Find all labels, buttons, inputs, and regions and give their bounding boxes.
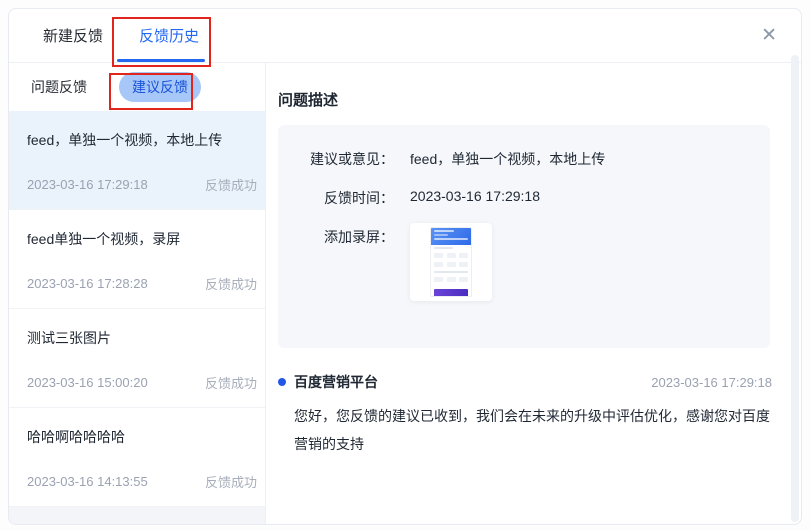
feedback-title: 测试三张图片 xyxy=(27,328,257,348)
tab-new-feedback[interactable]: 新建反馈 xyxy=(43,25,103,46)
feedback-list: feed，单独一个视频，本地上传 2023-03-16 17:29:18 反馈成… xyxy=(9,111,265,525)
feedback-title: feed单独一个视频，录屏 xyxy=(27,229,257,249)
feedback-title: feed，单独一个视频，本地上传 xyxy=(27,130,257,150)
dialog-content: 问题反馈 建议反馈 feed，单独一个视频，本地上传 2023-03-16 17… xyxy=(9,63,801,525)
list-item[interactable]: feed单独一个视频，录屏 2023-03-16 17:28:28 反馈成功 xyxy=(9,210,265,309)
feedback-status: 反馈成功 xyxy=(205,373,257,392)
feedback-title: 哈哈啊哈哈哈哈 xyxy=(27,427,257,447)
subtab-bar: 问题反馈 建议反馈 xyxy=(9,63,265,111)
subtab-problem-feedback[interactable]: 问题反馈 xyxy=(31,77,87,97)
field-label-suggestion: 建议或意见： xyxy=(298,149,394,169)
detail-box: 建议或意见： feed，单独一个视频，本地上传 反馈时间： 2023-03-16… xyxy=(278,125,770,348)
scrollbar-track[interactable] xyxy=(791,55,799,522)
close-icon[interactable]: ✕ xyxy=(761,26,777,45)
phone-banner xyxy=(434,289,468,297)
list-item[interactable]: 测试三张图片 2023-03-16 15:00:20 反馈成功 xyxy=(9,309,265,408)
bullet-dot-icon xyxy=(278,378,286,386)
official-reply: 百度营销平台 2023-03-16 17:29:18 您好，您反馈的建议已收到，… xyxy=(278,372,772,458)
feedback-list-panel: 问题反馈 建议反馈 feed，单独一个视频，本地上传 2023-03-16 17… xyxy=(9,63,266,525)
reply-message: 您好，您反馈的建议已收到，我们会在未来的升级中评估优化，感谢您对百度营销的支持 xyxy=(294,402,772,458)
feedback-status: 反馈成功 xyxy=(205,472,257,491)
dialog-tab-bar: 新建反馈 反馈历史 ✕ xyxy=(9,9,801,63)
feedback-time: 2023-03-16 17:28:28 xyxy=(27,276,148,291)
field-label-screen-recording: 添加录屏： xyxy=(298,227,394,301)
phone-header xyxy=(431,228,471,245)
list-item[interactable]: 哈哈啊哈哈哈哈 2023-03-16 14:13:55 反馈成功 xyxy=(9,408,265,507)
screenshot-thumbnail[interactable] xyxy=(410,223,492,301)
feedback-status: 反馈成功 xyxy=(205,274,257,293)
field-label-time: 反馈时间： xyxy=(298,188,394,208)
mobile-app-screenshot-icon xyxy=(430,227,472,297)
reply-author: 百度营销平台 xyxy=(294,372,378,392)
tab-feedback-history[interactable]: 反馈历史 xyxy=(139,25,199,46)
list-item[interactable]: feed，单独一个视频，本地上传 2023-03-16 17:29:18 反馈成… xyxy=(9,111,265,210)
phone-body xyxy=(431,245,471,288)
section-title: 问题描述 xyxy=(278,89,772,110)
feedback-status: 反馈成功 xyxy=(205,175,257,194)
subtab-suggestion-feedback[interactable]: 建议反馈 xyxy=(119,72,201,102)
field-value-suggestion: feed，单独一个视频，本地上传 xyxy=(410,149,605,169)
list-item-partial[interactable] xyxy=(9,507,265,525)
feedback-time: 2023-03-16 17:29:18 xyxy=(27,177,148,192)
feedback-time: 2023-03-16 15:00:20 xyxy=(27,375,148,390)
feedback-dialog: 新建反馈 反馈历史 ✕ 问题反馈 建议反馈 feed，单独一个视频，本地上传 2… xyxy=(8,8,802,525)
feedback-time: 2023-03-16 14:13:55 xyxy=(27,474,148,489)
active-tab-underline xyxy=(117,59,205,62)
reply-time: 2023-03-16 17:29:18 xyxy=(651,375,772,390)
field-value-time: 2023-03-16 17:29:18 xyxy=(410,188,540,208)
feedback-detail-panel: 问题描述 建议或意见： feed，单独一个视频，本地上传 反馈时间： 2023-… xyxy=(266,63,802,525)
